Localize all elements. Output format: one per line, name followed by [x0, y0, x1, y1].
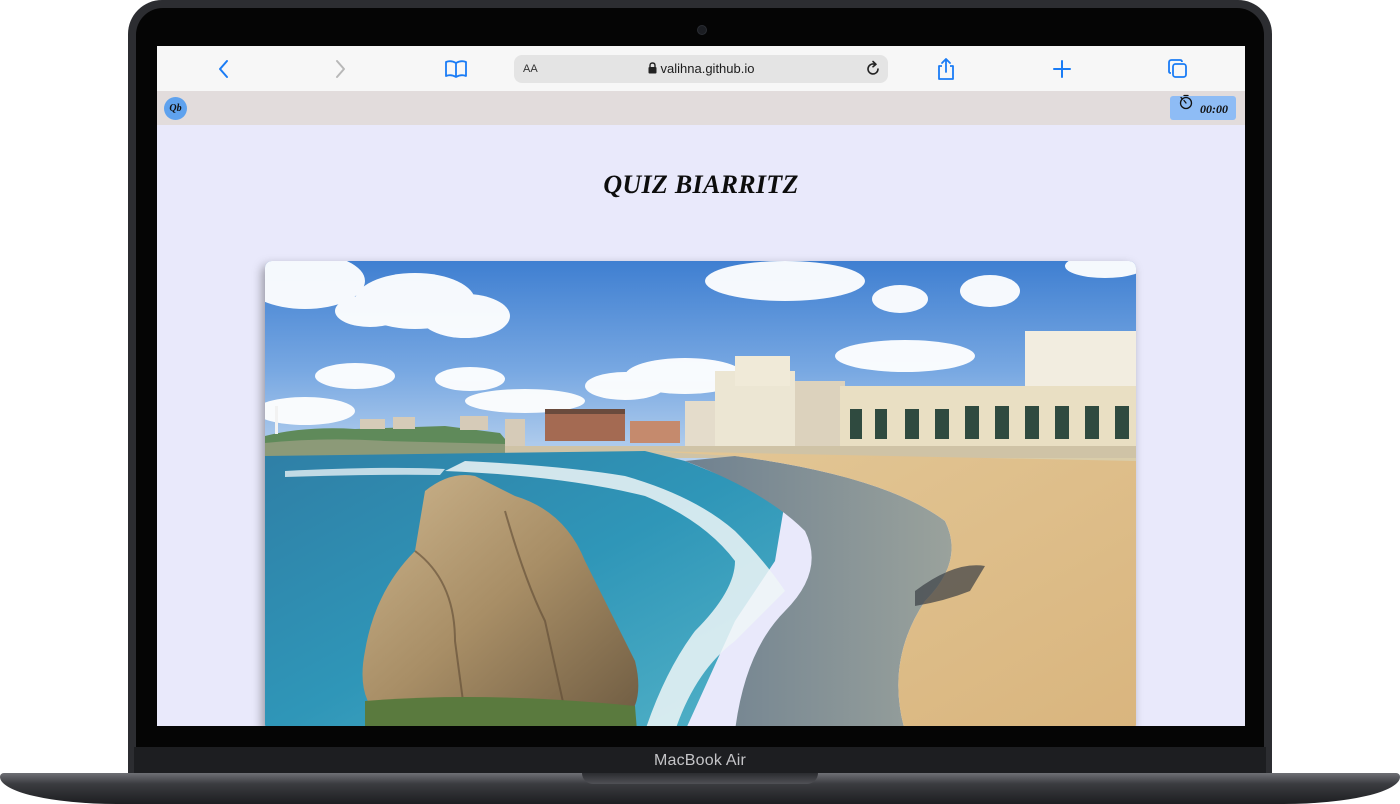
laptop-chin: MacBook Air	[134, 747, 1266, 775]
tabs-icon[interactable]	[1163, 55, 1193, 83]
laptop-notch	[582, 773, 818, 784]
stopwatch-icon	[1179, 94, 1193, 110]
camera-icon	[697, 25, 707, 35]
address-bar[interactable]: AA valihna.github.io	[514, 55, 888, 83]
device-model-label: MacBook Air	[653, 752, 746, 769]
biarritz-beach-photo	[265, 261, 1136, 726]
reload-icon[interactable]	[864, 60, 882, 83]
back-icon[interactable]	[209, 55, 239, 83]
timer-badge: 00:00	[1170, 94, 1236, 120]
url-text: valihna.github.io	[660, 61, 755, 76]
timer-value: 00:00	[1200, 102, 1228, 116]
app-header: Qb 00:00	[157, 91, 1245, 125]
forward-icon[interactable]	[325, 55, 355, 83]
new-tab-icon[interactable]	[1047, 55, 1077, 83]
logo-text: Qb	[169, 103, 182, 114]
share-icon[interactable]	[931, 55, 961, 83]
laptop-screen: AA valihna.github.io Qb 00:00 QUIZ BIARR…	[157, 46, 1245, 726]
address-url: valihna.github.io	[514, 61, 888, 76]
bookmarks-icon[interactable]	[441, 55, 471, 83]
app-logo[interactable]: Qb	[164, 97, 187, 120]
lock-icon	[648, 62, 657, 74]
page-title: QUIZ BIARRITZ	[603, 170, 799, 199]
browser-toolbar: AA valihna.github.io	[157, 46, 1245, 92]
